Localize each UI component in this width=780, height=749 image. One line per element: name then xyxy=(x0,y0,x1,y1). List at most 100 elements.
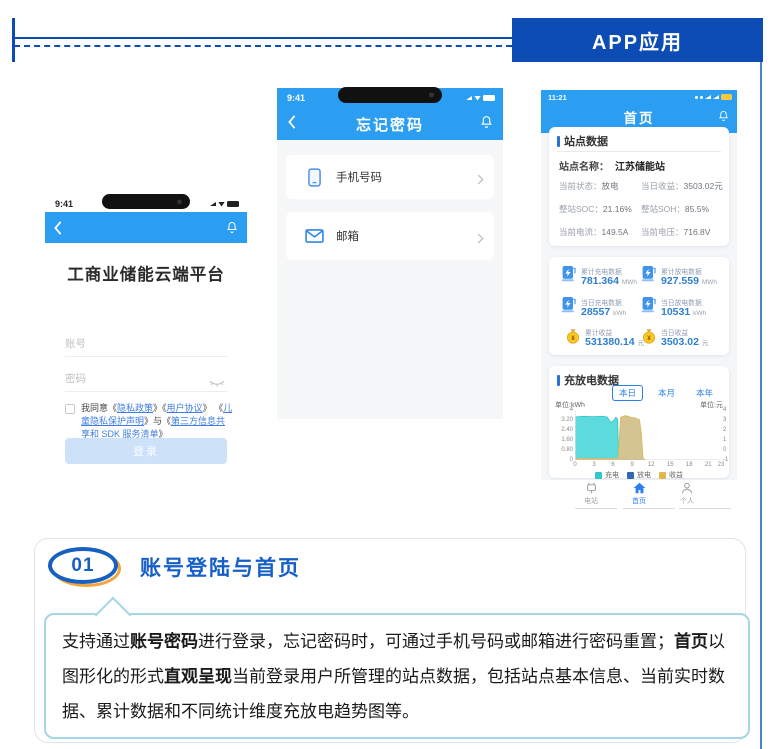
chart-tab[interactable]: 本年 xyxy=(690,386,719,400)
chart-legend: 充电放电 收益 xyxy=(549,470,729,480)
y-axis-unit-right: 单位:元 xyxy=(700,400,723,410)
axis-tick: 21 xyxy=(705,462,712,468)
stat-text: 当日充电数据28557 kWh xyxy=(581,297,626,319)
signal-icon xyxy=(466,96,472,100)
statistics-card: 累计充电数据781.364 MWh 累计放电数据927.559 MWh 当日充电数据… xyxy=(549,257,729,355)
divider xyxy=(557,151,721,152)
stat-unit: kWh xyxy=(613,310,626,317)
reset-by-phone-row[interactable]: 手机号码 xyxy=(286,155,494,199)
stat-unit: MWh xyxy=(702,279,717,286)
site-name-row: 站点名称： 江苏储能站 xyxy=(559,158,665,173)
stat-item: ¥当日收益3503.02 元 xyxy=(641,327,708,349)
text-segment: 》 《 xyxy=(203,403,224,413)
axis-tick: 9 xyxy=(630,462,633,468)
stat-item: 当日充电数据28557 kWh xyxy=(561,296,626,319)
axis-tick: 0 xyxy=(553,457,573,463)
text-segment: 首页 xyxy=(674,632,708,651)
header-accent xyxy=(557,136,560,147)
header-accent xyxy=(557,375,560,386)
nav-label: 个人 xyxy=(662,496,712,506)
login-button[interactable]: 登录 xyxy=(65,438,227,464)
axis-tick: 2 xyxy=(723,427,735,433)
account-input[interactable] xyxy=(65,332,227,357)
x-axis-ticks: 03691215182123 xyxy=(575,462,721,470)
site-cell: 当前电压：716.8V xyxy=(641,226,723,238)
bell-icon[interactable] xyxy=(226,221,239,235)
stat-label: 累计放电数据 xyxy=(661,266,717,276)
home-icon xyxy=(614,482,664,495)
password-input[interactable] xyxy=(65,367,227,392)
nav-divider xyxy=(575,508,617,509)
phone-notch xyxy=(338,87,442,103)
axis-tick: 23 xyxy=(718,462,725,468)
status-time: 11:21 xyxy=(548,93,567,102)
envelope-icon xyxy=(304,229,324,243)
wifi-icon xyxy=(218,202,225,207)
status-time: 9:41 xyxy=(287,93,305,103)
legend-label: 充电 xyxy=(605,470,619,480)
agreement-link[interactable]: 隐私政策 xyxy=(117,403,153,413)
axis-tick: 1.60 xyxy=(553,437,573,443)
stat-text: 累计放电数据927.559 MWh xyxy=(661,266,717,288)
axis-tick: 0 xyxy=(573,462,576,468)
site-cell: 当前电流：149.5A xyxy=(559,226,641,238)
stat-item: 累计放电数据927.559 MWh xyxy=(641,265,717,288)
text-segment: 账号密码 xyxy=(130,632,198,651)
section-title: 账号登陆与首页 xyxy=(140,552,301,582)
axis-tick: 1 xyxy=(723,437,735,443)
axis-tick: 12 xyxy=(648,462,655,468)
stat-value: 3503.02 元 xyxy=(661,337,708,349)
row-label: 邮箱 xyxy=(336,228,359,244)
y-axis-ticks-left: 43.202.401.600.800 xyxy=(553,407,573,463)
badge-number: 01 xyxy=(48,547,118,584)
header-accent-bar xyxy=(12,18,15,62)
site-row: 当前电流：149.5A 当前电压：716.8V xyxy=(559,226,723,238)
back-icon[interactable] xyxy=(53,221,65,235)
signal-icon xyxy=(210,202,216,206)
text-segment: 》与《 xyxy=(144,416,171,426)
screenshot-home-page: 11:21 首页 站点数据 站点名称：江苏储能站 当前状态 xyxy=(541,90,737,510)
legend-item[interactable]: 充电 xyxy=(595,470,619,480)
chart-tab[interactable]: 本月 xyxy=(652,386,681,400)
stat-value: 781.364 MWh xyxy=(581,276,637,288)
stat-item: 累计充电数据781.364 MWh xyxy=(561,265,637,288)
axis-tick: 6 xyxy=(611,462,614,468)
nav-divider xyxy=(679,508,731,509)
status-icons xyxy=(466,95,495,101)
chart-title: 充放电数据 xyxy=(564,372,619,388)
legend-item[interactable]: 放电 xyxy=(627,470,651,480)
nav-divider xyxy=(623,508,675,509)
text-segment: 我同意《 xyxy=(81,403,117,413)
status-dot-icon xyxy=(700,96,703,99)
stat-value: 10531 kWh xyxy=(661,307,706,319)
page-title: 忘记密码 xyxy=(277,114,503,135)
legend-item[interactable]: 收益 xyxy=(659,470,683,480)
nav-item-stations[interactable]: 电站 xyxy=(566,482,616,506)
screenshot-forgot-password-page: 9:41 忘记密码 手机号码 xyxy=(277,88,503,419)
card-header: 充放电数据 xyxy=(557,372,619,388)
legend-swatch xyxy=(595,472,602,479)
reset-by-email-row[interactable]: 邮箱 xyxy=(286,212,494,260)
eye-off-icon[interactable] xyxy=(209,375,225,384)
agreement-link[interactable]: 用户协议 xyxy=(167,403,203,413)
wifi-icon xyxy=(474,96,481,101)
description-text: 支持通过账号密码进行登录，忘记密码时，可通过手机号码或邮箱进行密码重置；首页以图… xyxy=(62,624,734,729)
axis-tick: 4 xyxy=(723,407,735,413)
card-header: 站点数据 xyxy=(557,133,608,149)
nav-item-profile[interactable]: 个人 xyxy=(662,482,712,506)
site-name-value: 江苏储能站 xyxy=(615,162,665,173)
site-name-label: 站点名称： xyxy=(559,162,609,173)
charge-pile-icon xyxy=(641,265,657,288)
site-cell: 当日收益：3503.02元 xyxy=(641,180,723,192)
stat-label: 累计充电数据 xyxy=(581,266,637,276)
bell-icon[interactable] xyxy=(718,109,729,121)
nav-item-home[interactable]: 首页 xyxy=(614,482,664,506)
money-bag-icon: ¥ xyxy=(565,328,581,349)
chart-tab[interactable]: 本日 xyxy=(612,385,643,401)
header-rule-solid xyxy=(14,37,512,39)
svg-text:¥: ¥ xyxy=(647,335,651,342)
section-number-badge: 01 xyxy=(48,547,118,584)
app-title: 工商业储能云端平台 xyxy=(45,261,247,285)
charge-pile-icon xyxy=(561,296,577,319)
legend-label: 收益 xyxy=(669,470,683,480)
